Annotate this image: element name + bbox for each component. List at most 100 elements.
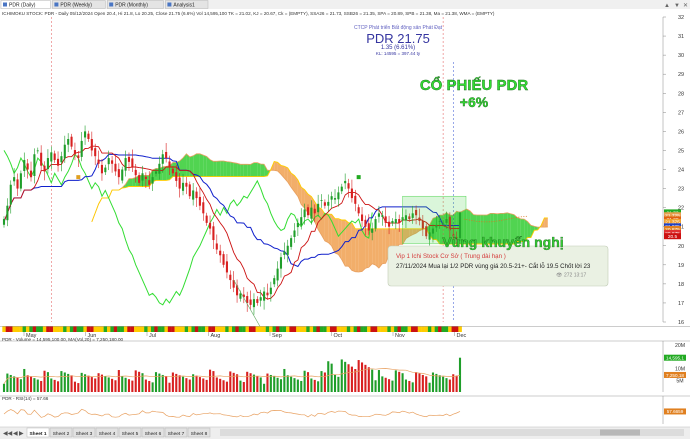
- candle-body: [357, 207, 360, 214]
- candle-body: [327, 201, 330, 206]
- candle-body: [90, 139, 93, 151]
- candle-body: [225, 261, 228, 273]
- volume-bar: [36, 379, 39, 392]
- signal-marker: [76, 175, 81, 180]
- next-sheet-icon[interactable]: ▶: [19, 431, 24, 437]
- chart-tab-bar: PDR (Daily) PDR (Weekly) PDR (Monthly) Anal…: [0, 0, 690, 9]
- candle[interactable]: [19, 170, 22, 192]
- volume-bar: [19, 379, 22, 392]
- volume-bar: [63, 372, 66, 392]
- candle-body: [60, 156, 63, 163]
- trend-strip-cell: [309, 326, 314, 332]
- message-meta: 272 13:17: [564, 273, 586, 279]
- candle-body: [70, 136, 73, 147]
- cloud-segment: [210, 159, 214, 177]
- close-icon[interactable]: ✕: [683, 3, 688, 9]
- signal-marker: [356, 175, 361, 180]
- volume-bar: [442, 376, 445, 392]
- chevron-down-icon[interactable]: ▼: [674, 3, 680, 9]
- trend-strip-cell: [444, 326, 449, 332]
- trend-strip-cell: [167, 326, 172, 332]
- price-title: PDR 21.75: [366, 31, 430, 46]
- volume-bar: [411, 382, 414, 392]
- trend-strip-cell: [96, 326, 101, 332]
- trend-strip-cell: [140, 326, 145, 332]
- candle-body: [144, 176, 147, 180]
- volume-bar: [208, 369, 212, 392]
- volume-bar: [46, 372, 49, 392]
- trend-strip-cell: [194, 326, 199, 332]
- tab-label: PDR (Weekly): [60, 3, 92, 9]
- candle-body: [131, 158, 134, 168]
- cloud-segment: [203, 155, 207, 177]
- trend-strip-cell: [245, 326, 250, 332]
- y-tick-label: 29: [678, 72, 684, 78]
- y-tick-label: 19: [678, 263, 684, 269]
- message-box[interactable]: Vip 1 Ichi Stock Cơ Sở ( Trung dài hạn )…: [387, 245, 609, 287]
- first-sheet-icon[interactable]: ◀◀: [3, 431, 13, 437]
- volume-bar: [313, 379, 316, 392]
- candle-body: [344, 180, 347, 184]
- volume-bar: [43, 370, 46, 392]
- trend-strip-cell: [387, 326, 391, 332]
- trend-strip-cell: [356, 326, 361, 332]
- candle-body: [283, 251, 286, 255]
- cloud-segment: [237, 163, 241, 177]
- volume-bar: [263, 383, 266, 392]
- trend-strip-cell: [252, 326, 256, 332]
- trend-strip-cell: [228, 326, 233, 332]
- chart-canvas[interactable]: PDR (Daily) PDR (Weekly) PDR (Monthly) Anal…: [0, 0, 690, 439]
- volume-bar: [84, 374, 87, 392]
- y-tick-label: 24: [678, 168, 684, 174]
- volume-bar: [134, 370, 137, 392]
- candle-body: [188, 184, 191, 197]
- volume-bar: [161, 374, 164, 392]
- volume-bar: [171, 372, 174, 392]
- trend-strip-cell: [66, 326, 71, 332]
- candle-body: [286, 245, 289, 255]
- trend-strip-cell: [134, 326, 138, 332]
- candle-body: [138, 175, 141, 183]
- cloud-segment: [220, 161, 224, 177]
- candle-body: [249, 299, 252, 305]
- volume-bar: [107, 377, 110, 392]
- volume-bar: [73, 381, 76, 392]
- candle-body: [178, 177, 181, 189]
- volume-bar: [80, 372, 83, 392]
- trend-strip-cell: [73, 326, 77, 332]
- candle-body: [222, 254, 225, 265]
- candle-body: [29, 170, 33, 178]
- trend-strip-cell: [174, 326, 179, 332]
- trend-strip-cell: [438, 326, 442, 332]
- trend-strip-cell: [363, 326, 368, 332]
- scrollbar-thumb[interactable]: [600, 429, 640, 436]
- trend-strip-cell: [400, 326, 405, 332]
- trend-strip-cell: [127, 326, 131, 332]
- cloud-segment: [335, 218, 339, 255]
- prev-sheet-icon[interactable]: ◀: [13, 431, 18, 437]
- cloud-segment: [254, 162, 258, 177]
- candle-body: [6, 205, 9, 221]
- candle-body: [36, 150, 39, 152]
- volume-bar: [229, 371, 232, 392]
- candle-body: [360, 214, 364, 221]
- trend-strip-cell: [90, 326, 94, 332]
- volume-label: PDR - Volume = 14,595,100.00, MA(Vol,20)…: [2, 337, 123, 342]
- x-month-label: Sep: [272, 333, 282, 339]
- collapse-icon[interactable]: ▲: [664, 3, 670, 9]
- trend-strip-cell: [59, 326, 64, 332]
- volume-bar: [236, 374, 239, 392]
- trend-strip-cell: [86, 326, 91, 332]
- trend-strip-cell: [208, 326, 212, 332]
- candle-body: [192, 190, 195, 200]
- trend-strip-cell: [9, 326, 13, 332]
- x-month-label: Aug: [211, 333, 221, 339]
- volume-bar: [53, 379, 56, 392]
- trend-strip-cell: [411, 326, 415, 332]
- candle-body: [212, 226, 215, 241]
- candle-body: [165, 151, 168, 159]
- trend-strip-cell: [424, 326, 429, 332]
- volume-bar: [242, 382, 245, 392]
- y-tick-label: 23: [678, 187, 684, 193]
- trend-strip-cell: [306, 326, 310, 332]
